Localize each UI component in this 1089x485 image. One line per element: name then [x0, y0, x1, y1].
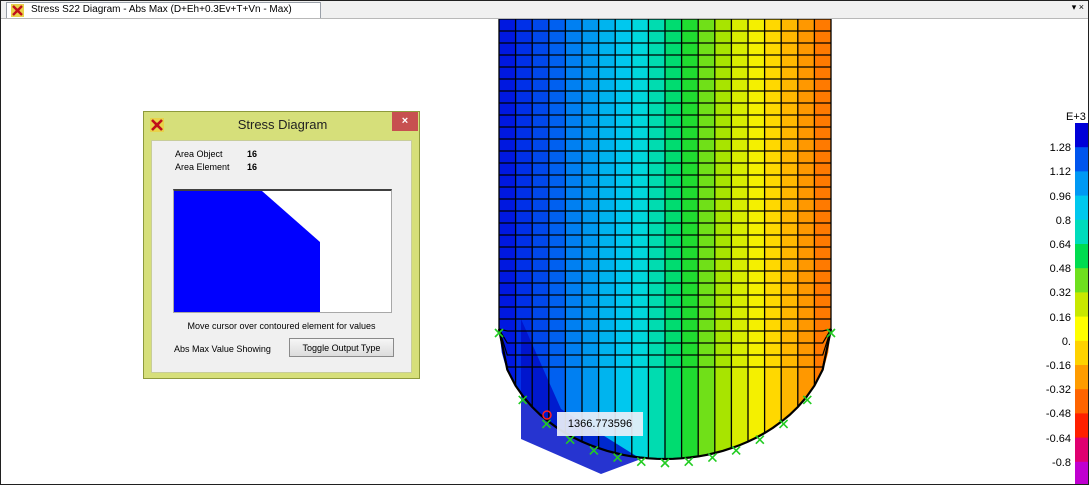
tab-title: Stress S22 Diagram - Abs Max (D+Eh+0.3Ev…	[31, 4, 292, 15]
area-object-label: Area Object	[175, 149, 223, 159]
tab-list-dropdown-icon[interactable]: ▾ ×	[1072, 2, 1084, 13]
sap2000-icon	[11, 4, 24, 17]
legend-swatch	[1075, 147, 1088, 172]
toggle-output-type-button[interactable]: Toggle Output Type	[289, 338, 394, 357]
legend-swatch	[1075, 437, 1088, 463]
area-element-value: 16	[247, 162, 258, 172]
support-marker	[660, 458, 670, 468]
stress-plot	[173, 189, 392, 313]
area-element-row: Area Element 16	[175, 162, 257, 172]
legend-swatch	[1075, 461, 1088, 484]
legend-swatch	[1075, 340, 1088, 366]
shell-mesh	[494, 19, 836, 474]
legend-swatch	[1075, 123, 1088, 148]
legend-swatch	[1075, 292, 1088, 318]
area-element-label: Area Element	[175, 162, 230, 172]
support-marker	[684, 457, 694, 467]
legend-label: -0.32	[1045, 384, 1071, 397]
legend-label: 0.16	[1049, 311, 1071, 324]
legend-label: 0.64	[1049, 239, 1071, 251]
legend-label: 0.32	[1049, 287, 1071, 300]
legend-swatch	[1075, 219, 1088, 245]
legend-label: 0.48	[1049, 263, 1071, 276]
legend-exponent: E+3	[1066, 111, 1086, 123]
area-object-value: 16	[247, 149, 258, 159]
legend-swatch	[1075, 171, 1088, 197]
legend-label: 0.96	[1049, 190, 1071, 203]
stress-diagram-fill	[174, 191, 320, 312]
mode-label: Abs Max Value Showing	[174, 344, 271, 354]
legend-label: -0.8	[1052, 456, 1071, 469]
legend-color-scale	[1075, 123, 1088, 484]
legend-label: -0.64	[1045, 432, 1071, 445]
legend-label: -0.48	[1045, 408, 1071, 421]
legend-label: -0.16	[1045, 360, 1071, 372]
legend-swatch	[1075, 413, 1088, 439]
legend-label: 1.12	[1049, 166, 1071, 179]
support-marker	[731, 445, 741, 456]
support-marker	[636, 457, 646, 467]
legend-label: 0.8	[1055, 214, 1071, 227]
close-button[interactable]: ×	[392, 112, 418, 131]
legend-swatch	[1075, 195, 1088, 221]
model-window: Stress S22 Diagram - Abs Max (D+Eh+0.3Ev…	[0, 0, 1089, 485]
support-marker	[707, 453, 717, 463]
legend-swatch	[1075, 244, 1088, 269]
legend-swatch	[1075, 389, 1088, 414]
legend-label: 0.	[1061, 335, 1071, 348]
stress-plot-canvas	[174, 191, 320, 312]
tab-bar: Stress S22 Diagram - Abs Max (D+Eh+0.3Ev…	[1, 1, 1088, 19]
hint-text: Move cursor over contoured element for v…	[187, 321, 376, 331]
legend-swatch	[1075, 316, 1088, 342]
area-object-row: Area Object 16	[175, 149, 257, 159]
legend-swatch	[1075, 268, 1088, 293]
tab-stress-diagram[interactable]: Stress S22 Diagram - Abs Max (D+Eh+0.3Ev…	[6, 2, 321, 18]
stress-diagram-dialog: Stress Diagram × Area Object 16 Area Elem…	[143, 111, 420, 379]
dialog-title: Stress Diagram	[237, 117, 328, 132]
legend-label: 1.28	[1049, 142, 1071, 155]
legend-swatch	[1075, 365, 1088, 390]
value-tooltip: 1366.773596	[557, 412, 643, 436]
dialog-body: Area Object 16 Area Element 16 Move cursor…	[151, 140, 412, 373]
